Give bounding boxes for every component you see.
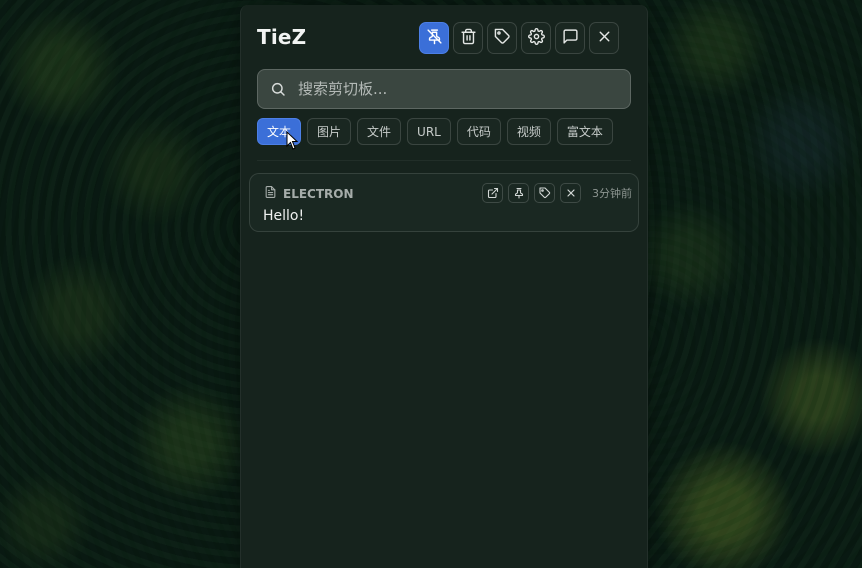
pin-off-icon [426, 28, 443, 49]
settings-button[interactable] [521, 22, 551, 54]
header-toolbar [419, 22, 619, 54]
pin-icon [513, 184, 525, 203]
file-text-icon [264, 185, 277, 202]
close-icon [596, 28, 613, 49]
mouse-cursor-icon [286, 131, 298, 150]
filter-rich-text[interactable]: 富文本 [556, 118, 613, 145]
clip-actions: 3分钟前 [482, 183, 632, 203]
trash-icon [460, 28, 477, 49]
tags-button[interactable] [487, 22, 517, 54]
app-title: TieZ [257, 25, 307, 49]
close-icon [565, 184, 577, 203]
clipboard-panel: TieZ 搜索剪切板... 文本 图片 文件 URL 代码 视频 富文本 ELE… [240, 5, 648, 568]
message-icon [562, 28, 579, 49]
clip-timestamp: 3分钟前 [592, 187, 632, 200]
close-window-button[interactable] [589, 22, 619, 54]
pin-toggle-button[interactable] [419, 22, 449, 54]
filter-video[interactable]: 视频 [506, 118, 551, 145]
search-input[interactable] [296, 79, 630, 99]
search-box [257, 69, 631, 109]
open-clip-button[interactable] [482, 183, 503, 203]
clip-item[interactable]: ELECTRON 3分钟前 Hello! [249, 173, 639, 232]
divider [257, 160, 631, 161]
tag-icon [494, 28, 511, 49]
clear-all-button[interactable] [453, 22, 483, 54]
clip-source-label: ELECTRON [283, 186, 354, 201]
clip-content: Hello! [263, 208, 305, 224]
feedback-button[interactable] [555, 22, 585, 54]
pin-clip-button[interactable] [508, 183, 529, 203]
filter-code[interactable]: 代码 [456, 118, 501, 145]
filter-url[interactable]: URL [407, 118, 451, 145]
filter-tabs: 文本 图片 文件 URL 代码 视频 富文本 [257, 118, 613, 145]
desktop-wallpaper: TieZ 搜索剪切板... 文本 图片 文件 URL 代码 视频 富文本 ELE… [0, 0, 862, 568]
filter-file[interactable]: 文件 [357, 118, 402, 145]
external-link-icon [487, 184, 499, 203]
tag-clip-button[interactable] [534, 183, 555, 203]
clip-source: ELECTRON [264, 185, 354, 202]
tag-icon [538, 184, 551, 203]
delete-clip-button[interactable] [560, 183, 581, 203]
gear-icon [527, 27, 545, 49]
filter-image[interactable]: 图片 [307, 118, 352, 145]
search-icon [270, 81, 286, 97]
